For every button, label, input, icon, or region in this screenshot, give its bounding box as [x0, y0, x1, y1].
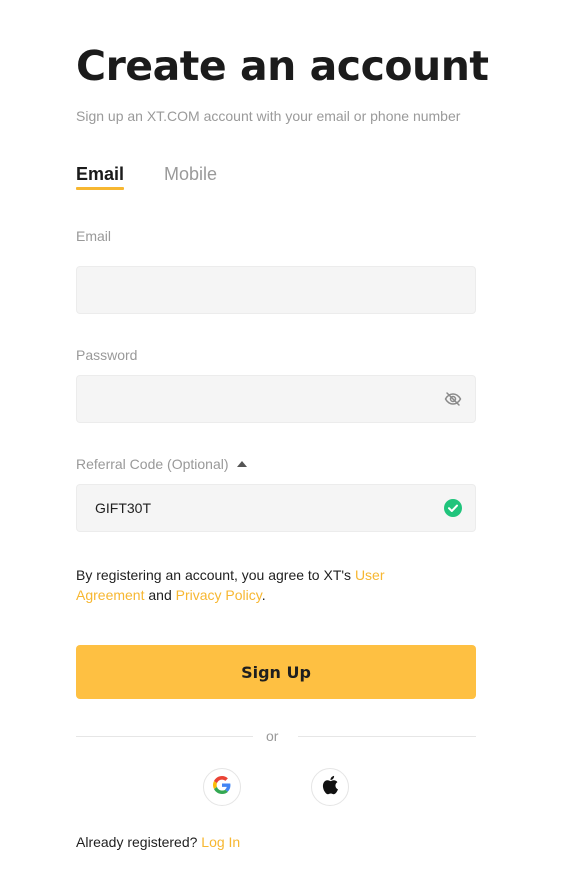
tab-email-label: Email — [76, 164, 125, 184]
tab-mobile-label: Mobile — [164, 164, 218, 184]
divider-line-left — [76, 736, 253, 737]
divider-or-text: or — [266, 728, 279, 744]
page-title: Create an account — [76, 42, 489, 90]
divider-line-right — [298, 736, 476, 737]
password-field-wrapper — [76, 375, 476, 423]
sign-up-button[interactable]: Sign Up — [76, 645, 476, 699]
page-subtitle: Sign up an XT.COM account with your emai… — [76, 108, 461, 124]
tab-email[interactable]: Email — [76, 163, 125, 190]
email-label: Email — [76, 228, 112, 244]
privacy-policy-link[interactable]: Privacy Policy — [176, 587, 262, 603]
email-field[interactable] — [77, 267, 417, 313]
agreement-text: By registering an account, you agree to … — [76, 565, 416, 605]
email-field-wrapper — [76, 266, 476, 314]
password-label: Password — [76, 347, 138, 363]
eye-off-icon[interactable] — [443, 389, 463, 409]
password-field[interactable] — [77, 376, 417, 422]
referral-code-toggle[interactable]: Referral Code (Optional) — [76, 456, 247, 472]
google-icon — [213, 775, 231, 799]
login-prompt-text: Already registered? — [76, 834, 202, 850]
log-in-link[interactable]: Log In — [201, 834, 240, 850]
referral-field-wrapper — [76, 484, 476, 532]
caret-up-icon — [236, 461, 247, 467]
check-circle-icon — [443, 498, 463, 518]
referral-code-field[interactable] — [77, 485, 417, 531]
agreement-and: and — [144, 587, 176, 603]
agreement-prefix: By registering an account, you agree to … — [76, 567, 355, 583]
apple-icon — [321, 775, 339, 800]
signup-method-tabs: Email Mobile — [76, 163, 376, 193]
active-tab-indicator — [76, 187, 125, 190]
login-prompt: Already registered? Log In — [76, 834, 240, 850]
tab-mobile[interactable]: Mobile — [164, 163, 217, 185]
google-signin-button[interactable] — [203, 768, 241, 806]
referral-code-label: Referral Code (Optional) — [76, 456, 229, 472]
apple-signin-button[interactable] — [311, 768, 349, 806]
agreement-suffix: . — [261, 587, 266, 603]
or-divider: or — [76, 726, 476, 746]
